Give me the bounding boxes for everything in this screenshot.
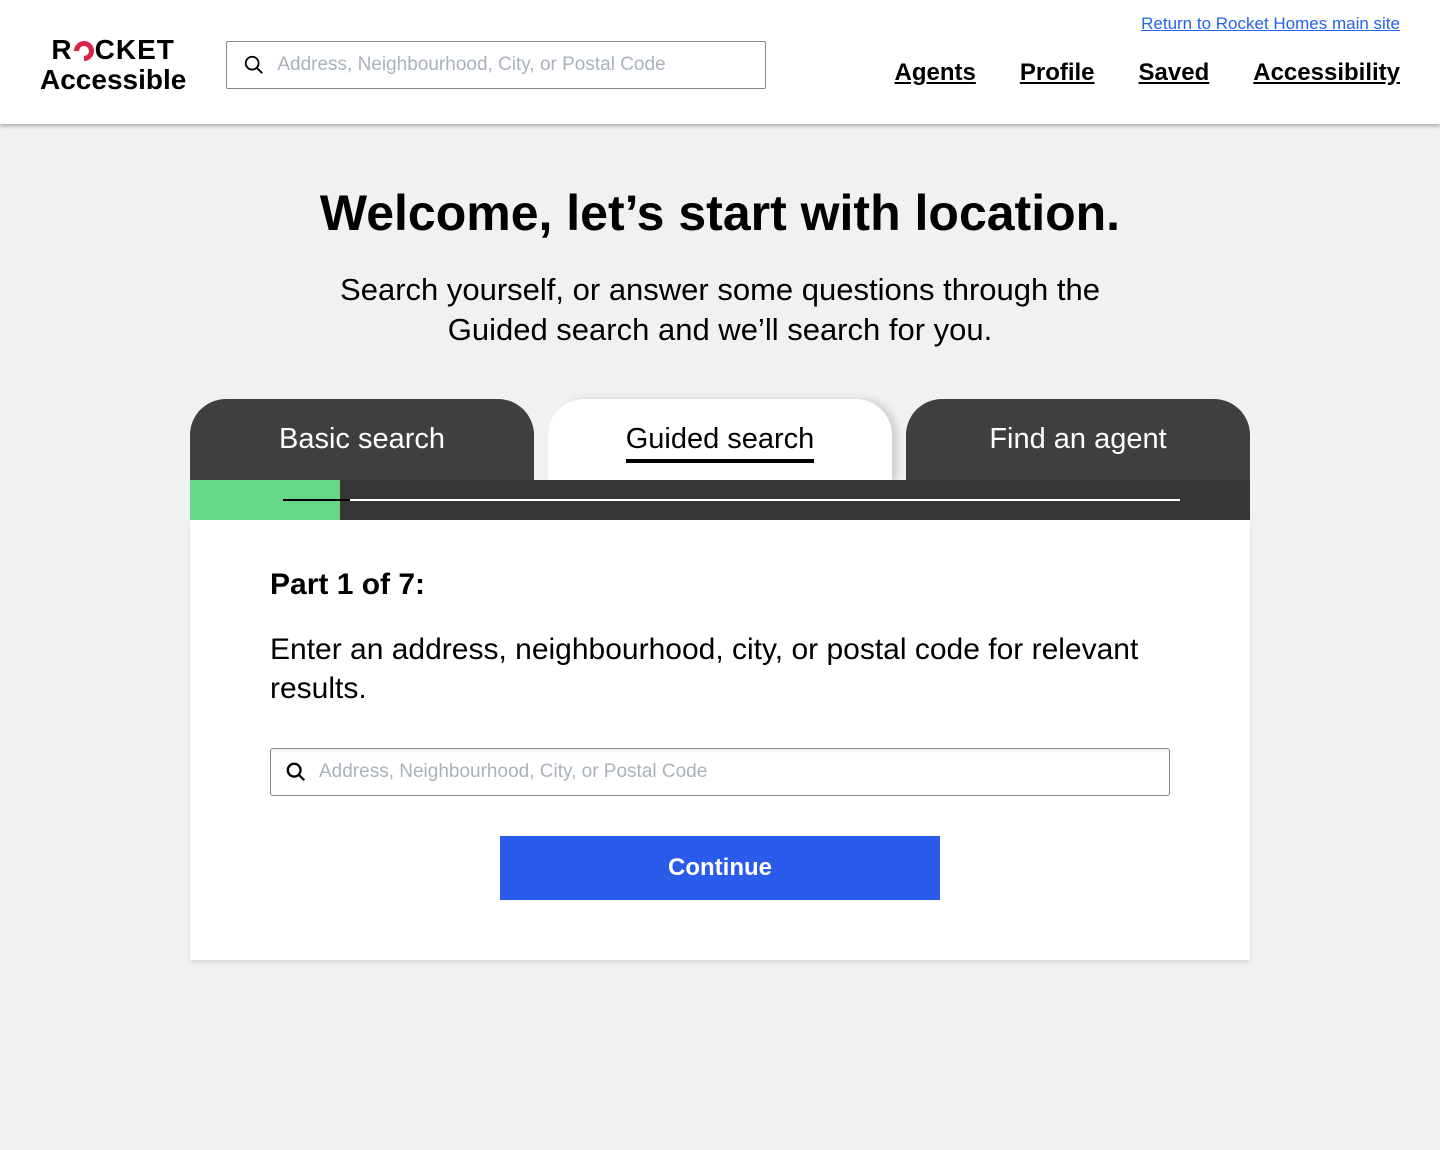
logo-rocket-text: RCKET <box>51 34 174 66</box>
nav-agents[interactable]: Agents <box>895 59 976 87</box>
nav-accessibility[interactable]: Accessibility <box>1253 59 1400 87</box>
logo[interactable]: RCKET Accessible <box>40 34 186 96</box>
guided-panel: Part 1 of 7: Enter an address, neighbour… <box>190 520 1250 960</box>
nav-profile[interactable]: Profile <box>1020 59 1095 87</box>
tab-guided-search[interactable]: Guided search <box>548 399 892 480</box>
logo-accessible-text: Accessible <box>40 64 186 96</box>
header-search-wrap[interactable] <box>226 41 766 89</box>
continue-button[interactable]: Continue <box>500 836 940 900</box>
tab-find-agent[interactable]: Find an agent <box>906 399 1250 480</box>
tab-basic-search[interactable]: Basic search <box>190 399 534 480</box>
search-icon <box>285 761 307 783</box>
search-tabs: Basic search Guided search Find an agent <box>190 399 1250 480</box>
page-title: Welcome, let’s start with location. <box>320 184 1120 242</box>
progress-step-complete <box>190 480 340 520</box>
return-main-site-link[interactable]: Return to Rocket Homes main site <box>1141 14 1400 34</box>
rocket-o-icon <box>70 37 98 65</box>
main-nav: Agents Profile Saved Accessibility <box>895 59 1401 87</box>
part-label: Part 1 of 7: <box>270 568 1170 602</box>
header-search-input[interactable] <box>277 54 749 76</box>
nav-saved[interactable]: Saved <box>1139 59 1210 87</box>
panel-search-wrap[interactable] <box>270 748 1170 796</box>
panel-search-input[interactable] <box>319 761 1155 783</box>
page-subtitle: Search yourself, or answer some question… <box>320 270 1120 351</box>
tab-guided-label: Guided search <box>626 423 815 463</box>
search-icon <box>243 54 265 76</box>
progress-track <box>350 499 1180 501</box>
part-instruction: Enter an address, neighbourhood, city, o… <box>270 630 1170 708</box>
progress-bar <box>190 480 1250 520</box>
